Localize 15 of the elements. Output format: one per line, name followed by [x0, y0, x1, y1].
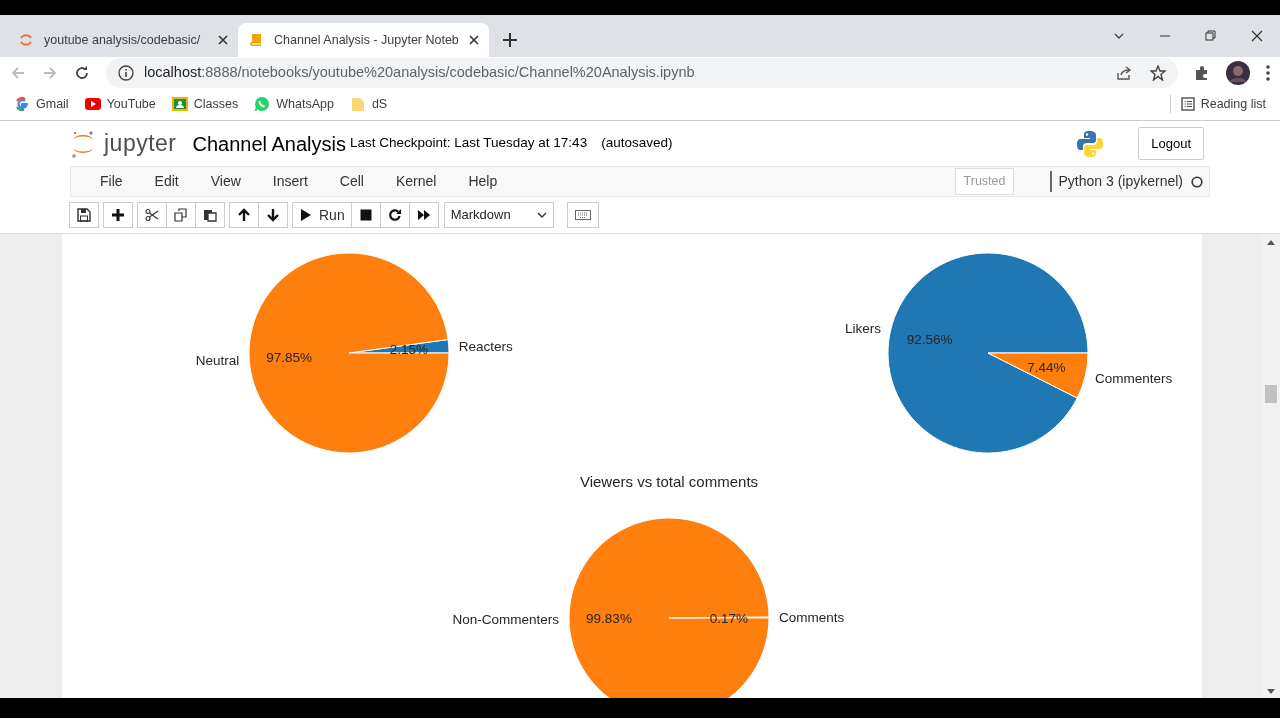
slice-label: Likers	[845, 320, 881, 336]
percent-label: 7.44%	[1027, 359, 1066, 375]
slice-label: Non-Commenters	[452, 611, 559, 627]
slice-label: Reacters	[458, 338, 513, 354]
slice-label: Neutral	[195, 353, 240, 369]
autosave-status: (autosaved)	[601, 134, 673, 153]
slice-label: Commenters	[1095, 371, 1173, 387]
url-text: localhost:8888/notebooks/youtube%20analysis/codebasic/Channel%20Analysis.ipynb	[144, 62, 695, 82]
logo-text: jupyter	[104, 129, 177, 159]
percent-label: 99.83%	[586, 611, 632, 627]
chart-title: Viewers vs total comments	[579, 473, 759, 490]
slice-label: Comments	[779, 610, 845, 626]
checkpoint-text: Last Checkpoint: Last Tuesday at 17:43	[350, 134, 588, 153]
percent-label: 97.85%	[266, 350, 313, 366]
percent-label: 92.56%	[906, 332, 953, 348]
